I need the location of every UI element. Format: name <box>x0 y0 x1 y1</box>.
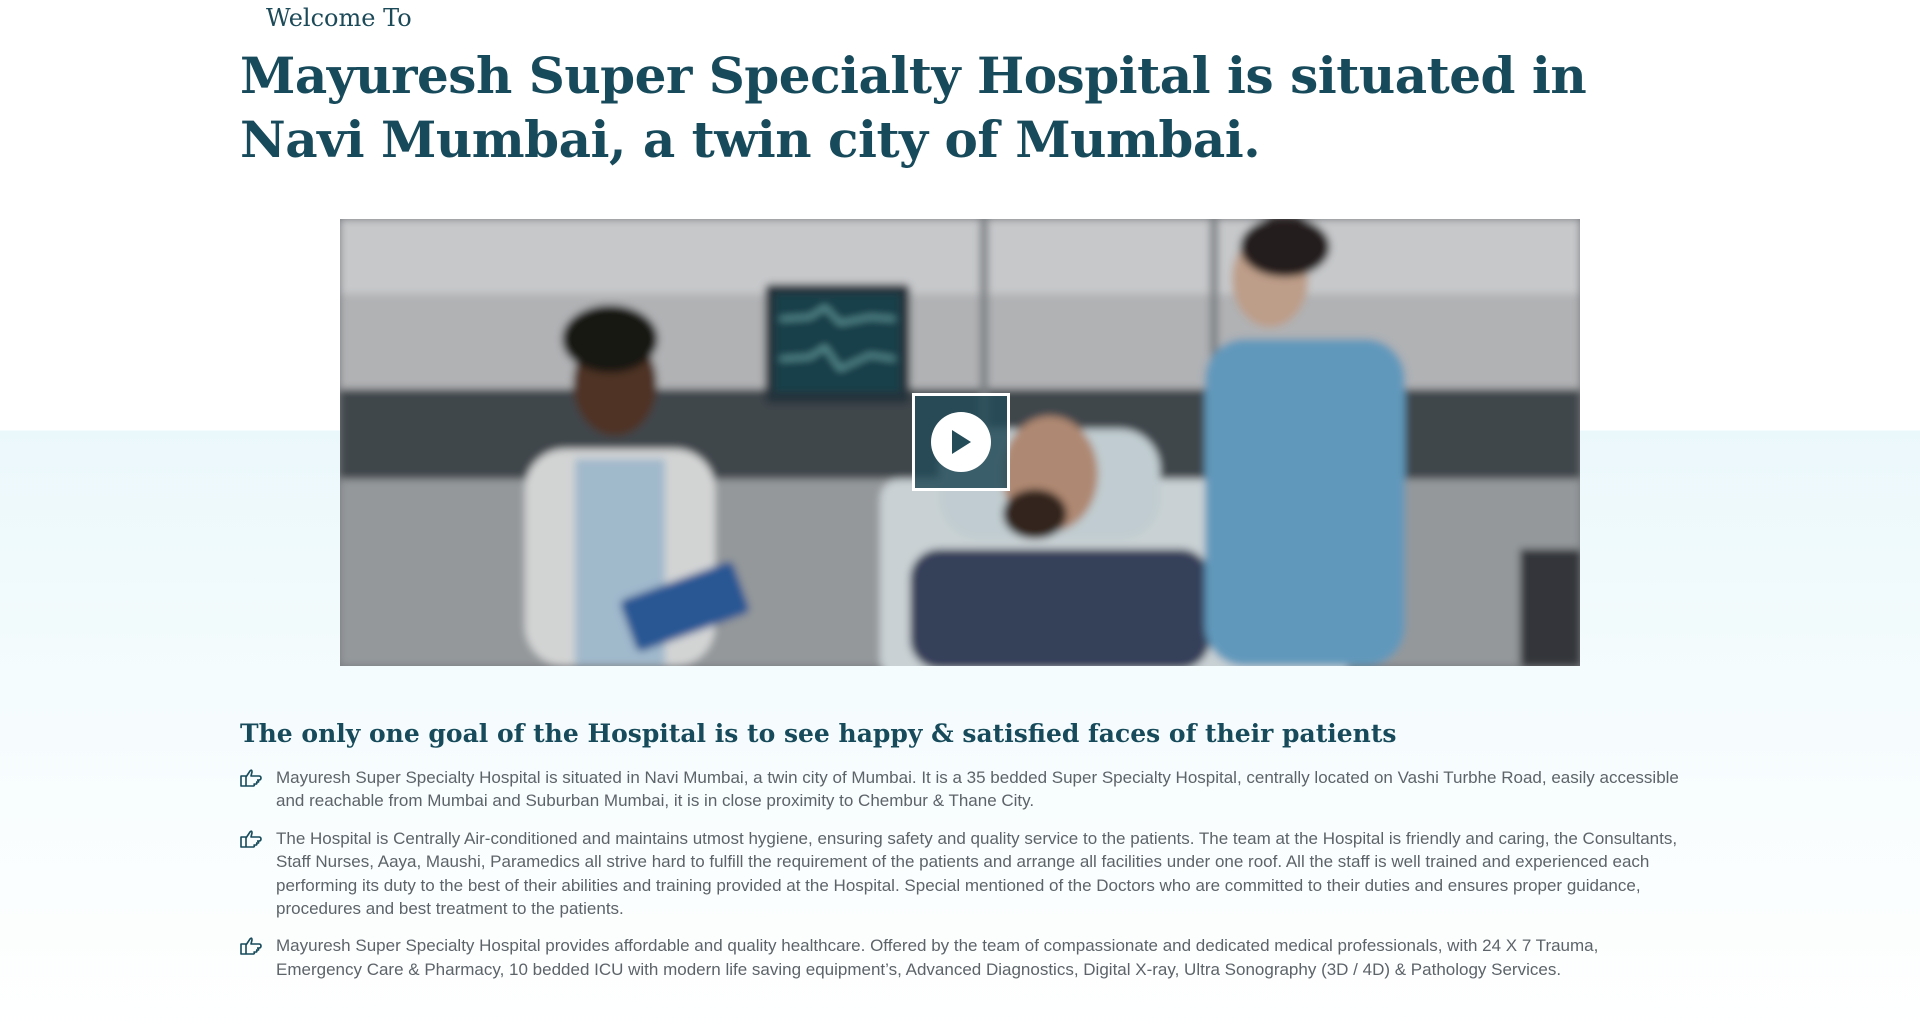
feature-text: Mayuresh Super Specialty Hospital is sit… <box>276 768 1679 811</box>
video-player[interactable] <box>340 219 1580 666</box>
play-button[interactable] <box>912 393 1010 491</box>
pointing-hand-icon <box>240 766 276 792</box>
page: Welcome To Mayuresh Super Specialty Hosp… <box>0 0 1920 1032</box>
pointing-hand-icon <box>240 827 276 853</box>
section-subheading: The only one goal of the Hospital is to … <box>240 719 1397 748</box>
list-item: Mayuresh Super Specialty Hospital provid… <box>240 934 1680 981</box>
page-title: Mayuresh Super Specialty Hospital is sit… <box>240 46 1587 169</box>
feature-text: Mayuresh Super Specialty Hospital provid… <box>276 936 1599 979</box>
list-item: Mayuresh Super Specialty Hospital is sit… <box>240 766 1680 813</box>
list-item: The Hospital is Centrally Air-conditione… <box>240 827 1680 921</box>
feature-list: Mayuresh Super Specialty Hospital is sit… <box>240 766 1680 995</box>
play-icon <box>931 412 991 472</box>
pointing-hand-icon <box>240 934 276 960</box>
feature-text: The Hospital is Centrally Air-conditione… <box>276 828 1678 919</box>
section-eyebrow: Welcome To <box>240 0 432 36</box>
